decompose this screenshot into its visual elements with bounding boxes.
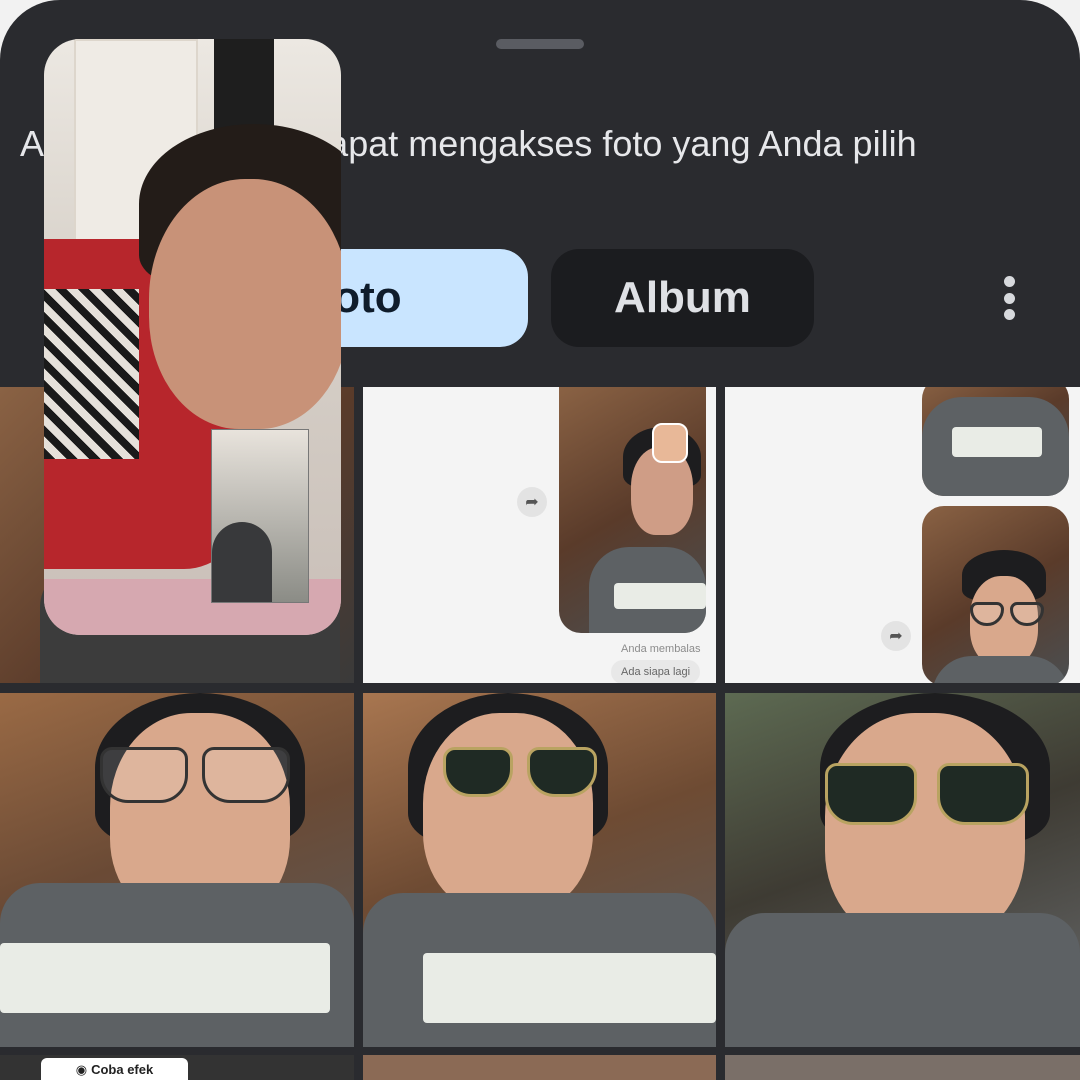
photo-thumbnail[interactable] xyxy=(0,693,354,1047)
photo-thumbnail[interactable]: ➦ xyxy=(725,387,1080,683)
photo-thumbnail[interactable] xyxy=(363,693,716,1047)
reply-text: Ada siapa lagi xyxy=(611,660,701,683)
share-icon: ➦ xyxy=(517,487,547,517)
more-vertical-icon[interactable] xyxy=(984,268,1034,328)
chat-photo xyxy=(559,387,706,633)
chat-photo xyxy=(922,506,1069,683)
photo-thumbnail[interactable] xyxy=(725,1055,1080,1080)
try-effect-label: ◉ Coba efek xyxy=(41,1058,188,1080)
tab-album[interactable]: Album xyxy=(551,249,814,347)
try-effect-text: Coba efek xyxy=(91,1062,154,1077)
reply-caption: Anda membalas xyxy=(621,643,701,655)
chat-photo xyxy=(922,387,1069,496)
self-view-inset[interactable] xyxy=(211,429,309,603)
photo-thumbnail[interactable] xyxy=(725,693,1080,1047)
photo-thumbnail[interactable] xyxy=(363,1055,716,1080)
photo-thumbnail[interactable]: ➦ Anda membalas Ada siapa lagi xyxy=(363,387,716,683)
video-call-pip-window[interactable] xyxy=(44,39,341,635)
share-icon: ➦ xyxy=(881,621,911,651)
camera-icon: ◉ xyxy=(75,1062,88,1077)
drag-handle[interactable] xyxy=(496,39,584,49)
